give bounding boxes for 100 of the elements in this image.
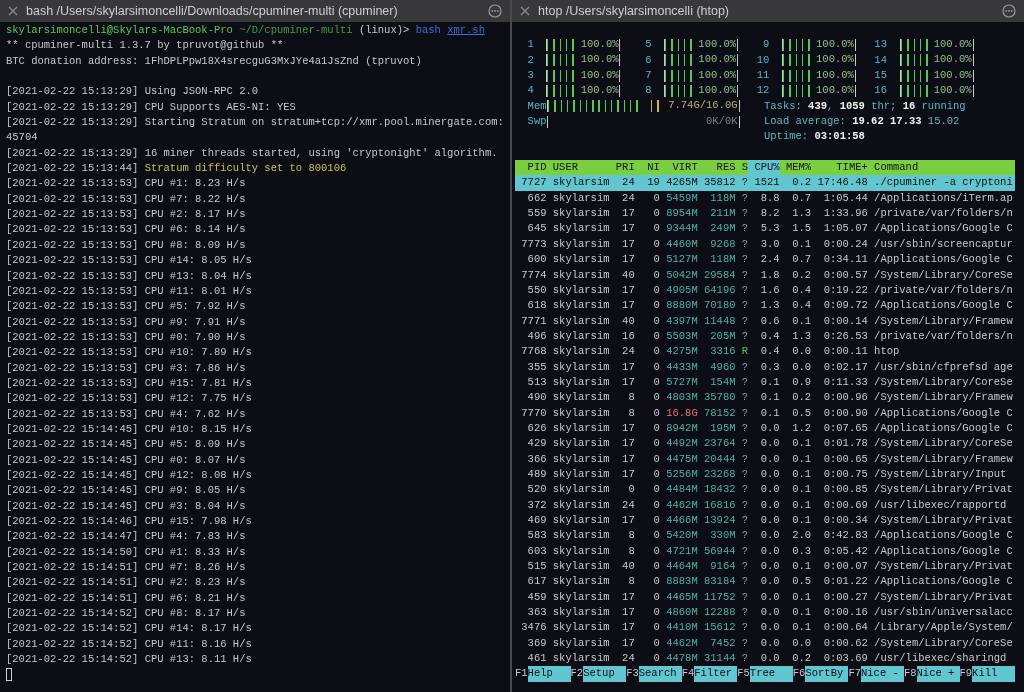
process-row[interactable]: 7768 skylarsim 24 0 4275M 3316 R 0.4 0.0 0:00.11 htop <box>515 344 1015 360</box>
res-cell-text: 11752 <box>704 589 736 605</box>
res-cell: 29584 <box>704 267 736 283</box>
process-row[interactable]: 520 skylarsim 0 0 4484M 18432 ? 0.0 0.1 0:00.85 /System/Library/Privat <box>515 482 1015 498</box>
process-row[interactable]: 363 skylarsim 17 0 4860M 12288 ? 0.0 0.1 0:00.16 /usr/sbin/universalacc <box>515 605 1015 621</box>
function-key-button[interactable]: Search <box>638 666 682 682</box>
process-row[interactable]: 496 skylarsim 16 0 5503M 205M ? 0.4 1.3 0:26.53 /private/var/folders/n <box>515 328 1015 345</box>
process-row[interactable]: 355 skylarsim 17 0 4433M 4960 ? 0.3 0.0 0:02.17 /usr/sbin/cfprefsd age <box>515 359 1015 375</box>
process-row[interactable]: 490 skylarsim 8 0 4803M 35780 ? 0.1 0.2 0:00.96 /System/Library/Framew <box>515 390 1015 406</box>
function-key-button[interactable]: Kill <box>972 666 1016 682</box>
state-cell: ? <box>741 497 749 513</box>
state-cell: ? <box>741 574 749 590</box>
column-header[interactable]: MEM% <box>779 160 812 176</box>
column-header[interactable]: RES <box>704 160 736 176</box>
cpu-number: 6 <box>644 52 652 68</box>
res-cell: 35812 <box>704 175 736 191</box>
time-cell-text: 0:01.22 <box>822 574 868 590</box>
time-cell-text: 0:00.90 <box>822 405 868 421</box>
process-row[interactable]: 429 skylarsim 17 0 4492M 23764 ? 0.0 0.1 0:01.78 /System/Library/CoreSe <box>515 436 1015 452</box>
user-cell: skylarsim <box>552 574 610 590</box>
state-cell: ? <box>741 221 749 237</box>
pid-cell-text: 559 <box>526 206 547 222</box>
process-row[interactable]: 583 skylarsim 8 0 5420M 330M ? 0.0 2.0 0:42.83 /Applications/Google C <box>515 528 1015 544</box>
process-row[interactable]: 662 skylarsim 24 0 5459M 118M ? 8.8 0.7 1:05.44 /Applications/iTerm.ap <box>515 190 1015 207</box>
load-average: Load average: 19.62 17.33 15.02 <box>764 114 961 130</box>
function-key-button[interactable]: Tree <box>749 666 793 682</box>
process-row[interactable]: 603 skylarsim 8 0 4721M 56944 ? 0.0 0.3 0:05.42 /Applications/Google C <box>515 543 1015 560</box>
cpu-number: 5 <box>644 37 652 53</box>
pid-cell-text: 515 <box>526 559 547 575</box>
function-key-button[interactable]: Help <box>527 666 571 682</box>
mem-cell-text: 0.3 <box>791 543 812 559</box>
cpu-cell-text: 0.0 <box>759 436 780 452</box>
command-cell: /System/Library/Privat <box>874 559 1013 575</box>
res-cell-text: 249M <box>709 221 736 237</box>
process-row[interactable]: 550 skylarsim 17 0 4905M 64196 ? 1.6 0.4 0:19.22 /private/var/folders/n <box>515 282 1015 299</box>
column-header[interactable]: USER <box>552 160 610 176</box>
nice-cell-text: 0 <box>652 359 660 375</box>
process-row[interactable]: 489 skylarsim 17 0 5256M 23268 ? 0.0 0.1 0:00.75 /System/Library/Input <box>515 466 1015 483</box>
command-cell: /System/Library/Framew <box>874 451 1013 467</box>
process-row[interactable]: 3476 skylarsim 17 0 4410M 15612 ? 0.0 0.1 0:00.64 /Library/Apple/System/ <box>515 620 1015 636</box>
virt-cell-text: 5459M <box>666 190 698 206</box>
process-row[interactable]: 459 skylarsim 17 0 4465M 11752 ? 0.0 0.1 0:00.27 /System/Library/Privat <box>515 589 1015 606</box>
process-row[interactable]: 7774 skylarsim 40 0 5042M 29584 ? 1.8 0.2 0:00.57 /System/Library/CoreSe <box>515 267 1015 283</box>
column-header[interactable]: Command <box>874 160 919 176</box>
process-row[interactable]: 366 skylarsim 17 0 4475M 20444 ? 0.0 0.1 0:00.65 /System/Library/Framew <box>515 451 1015 467</box>
process-row[interactable]: 469 skylarsim 17 0 4466M 13924 ? 0.0 0.1 0:00.34 /System/Library/Privat <box>515 513 1015 529</box>
process-row[interactable]: 645 skylarsim 17 0 9344M 249M ? 5.3 1.5 1:05.07 /Applications/Google C <box>515 221 1015 237</box>
state-cell-text: ? <box>741 236 749 252</box>
function-key-button[interactable]: Filter <box>694 666 738 682</box>
cpu-cell-text: 0.1 <box>759 405 780 421</box>
process-row[interactable]: 7771 skylarsim 40 0 4397M 11448 ? 0.6 0.1 0:00.14 /System/Library/Framew <box>515 313 1015 329</box>
column-header[interactable]: CPU% <box>748 160 780 176</box>
pid-cell-text: 3476 <box>520 620 547 636</box>
column-header[interactable]: VIRT <box>666 160 698 176</box>
priority-cell-text: 17 <box>621 605 635 621</box>
process-row[interactable]: 513 skylarsim 17 0 5727M 154M ? 0.1 0.9 0:11.33 /System/Library/CoreSe <box>515 374 1015 391</box>
process-row[interactable]: 7773 skylarsim 17 0 4460M 9268 ? 3.0 0.1 0:00.24 /usr/sbin/screencaptur <box>515 236 1015 253</box>
command-cell: /usr/libexec/sharingd <box>874 651 1007 667</box>
cpu-cell-text: 0.0 <box>759 482 780 498</box>
command-cell: /Applications/Google C <box>874 574 1013 590</box>
process-row[interactable]: 618 skylarsim 17 0 8880M 70180 ? 1.3 0.4 0:09.72 /Applications/Google C <box>515 298 1015 314</box>
process-row[interactable]: 369 skylarsim 17 0 4462M 7452 ? 0.0 0.0 0:00.62 /System/Library/CoreSe <box>515 635 1015 652</box>
user-cell: skylarsim <box>552 451 610 467</box>
more-icon[interactable] <box>1002 4 1016 18</box>
column-header[interactable]: TIME+ <box>811 160 868 176</box>
log-line: [2021-02-22 15:13:29] CPU Supports AES-NI: YES <box>6 99 296 115</box>
meter-reading: 100.0% <box>933 67 972 83</box>
time-cell-text: 0:09.72 <box>822 298 868 314</box>
process-row[interactable]: 372 skylarsim 24 0 4462M 16816 ? 0.0 0.1 0:00.69 /usr/libexec/rapportd <box>515 497 1015 513</box>
column-header[interactable]: PID <box>515 160 547 176</box>
time-cell-text: 0:26.53 <box>822 328 868 344</box>
function-key-button[interactable]: SortBy <box>805 666 849 682</box>
nice-cell-text: 0 <box>652 635 660 651</box>
column-header[interactable]: S <box>741 160 749 176</box>
process-row[interactable]: 7727 skylarsim 24 19 4265M 35812 ? 1521 0.2 17:46.48 ./cpuminer -a cryptoni <box>515 175 1015 191</box>
process-row[interactable]: 461 skylarsim 24 0 4478M 31144 ? 0.0 0.2 0:03.69 /usr/libexec/sharingd <box>515 651 1015 667</box>
close-icon[interactable] <box>8 6 18 16</box>
res-cell: 78152 <box>704 405 736 421</box>
function-key-button[interactable]: Nice + <box>916 666 960 682</box>
log-line: [2021-02-22 15:14:47] CPU #4: 7.83 H/s <box>6 529 246 545</box>
virt-cell: 8954M <box>666 206 698 222</box>
time-cell-text: 0:00.69 <box>822 497 868 513</box>
process-row[interactable]: 559 skylarsim 17 0 8954M 211M ? 8.2 1.3 1:33.96 /private/var/folders/n <box>515 206 1015 222</box>
process-row[interactable]: 626 skylarsim 17 0 8942M 195M ? 0.0 1.2 0:07.65 /Applications/Google C <box>515 420 1015 437</box>
column-header[interactable]: NI <box>634 160 660 176</box>
cpu-cell-text: 0.0 <box>759 543 780 559</box>
priority-cell-text: 17 <box>621 589 635 605</box>
process-row[interactable]: 7770 skylarsim 8 0 16.8G 78152 ? 0.1 0.5 0:00.90 /Applications/Google C <box>515 405 1015 421</box>
column-header[interactable]: PRI <box>609 160 635 176</box>
mem-cell-text: 0.1 <box>791 589 812 605</box>
command-cell: /usr/sbin/universalacc <box>874 605 1013 621</box>
pid-cell-text: 372 <box>526 497 547 513</box>
close-icon[interactable] <box>520 6 530 16</box>
function-key-button[interactable]: Setup <box>583 666 627 682</box>
priority-cell-text: 24 <box>621 175 635 191</box>
process-row[interactable]: 617 skylarsim 8 0 8883M 83184 ? 0.0 0.5 0:01.22 /Applications/Google C <box>515 574 1015 590</box>
process-row[interactable]: 600 skylarsim 17 0 5127M 118M ? 2.4 0.7 0:34.11 /Applications/Google C <box>515 252 1015 268</box>
process-row[interactable]: 515 skylarsim 40 0 4464M 9164 ? 0.0 0.1 0:00.07 /System/Library/Privat <box>515 559 1015 575</box>
cpu-number: 1 <box>526 37 534 53</box>
more-icon[interactable] <box>488 4 502 18</box>
